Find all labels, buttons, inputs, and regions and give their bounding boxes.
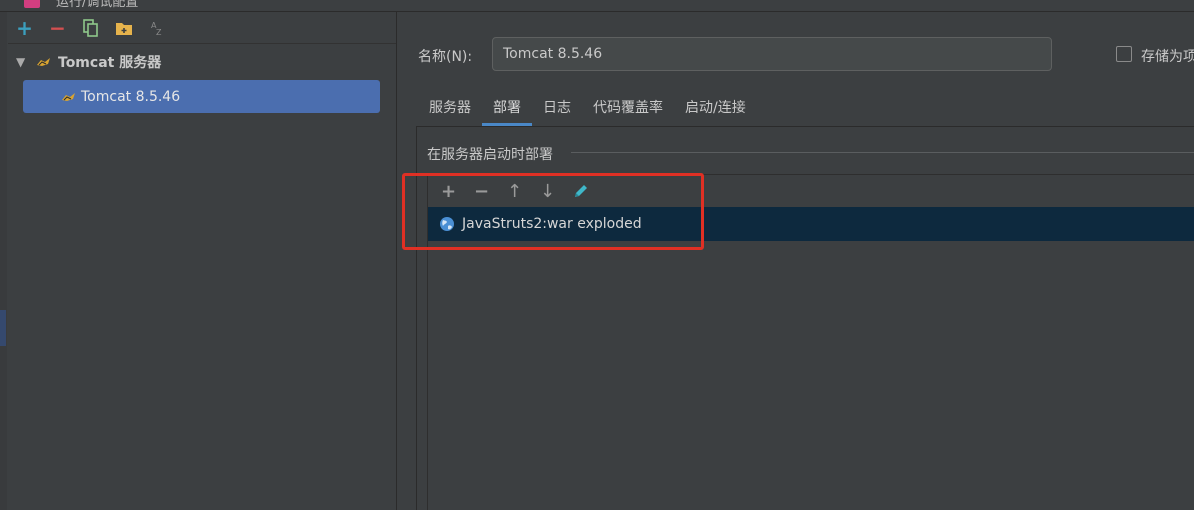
- tree-group-label: Tomcat 服务器: [58, 55, 162, 71]
- store-as-project-checkbox[interactable]: [1116, 46, 1132, 62]
- tree-item-tomcat-8546[interactable]: Tomcat 8.5.46: [23, 80, 380, 113]
- artifact-label: JavaStruts2:war exploded: [462, 216, 642, 232]
- tab-bar: 服务器 部署 日志 代码覆盖率 启动/连接: [418, 96, 757, 126]
- name-label: 名称(N):: [418, 49, 473, 65]
- tree-toolbar: + − A Z: [8, 18, 173, 38]
- tomcat-icon: [37, 58, 50, 66]
- tree-group-tomcat[interactable]: ▼ Tomcat 服务器: [16, 52, 161, 72]
- folder-add-icon: [115, 23, 132, 35]
- tree-item-label: Tomcat 8.5.46: [81, 88, 181, 105]
- tab-logs[interactable]: 日志: [532, 96, 582, 126]
- left-edge: [0, 12, 7, 510]
- tab-deployment[interactable]: 部署: [482, 96, 532, 126]
- add-artifact-button[interactable]: +: [432, 180, 465, 202]
- new-folder-button[interactable]: [107, 18, 140, 38]
- move-up-button[interactable]: ↑: [498, 180, 531, 202]
- window-title: 运行/调试配置: [56, 0, 139, 10]
- tab-startup-connection[interactable]: 启动/连接: [674, 96, 757, 126]
- app-icon: [24, 0, 40, 8]
- sort-button[interactable]: A Z: [140, 18, 173, 38]
- name-field[interactable]: Tomcat 8.5.46: [492, 37, 1052, 71]
- section-divider: [571, 152, 1194, 153]
- chevron-down-icon[interactable]: ▼: [16, 55, 30, 69]
- artifact-row[interactable]: JavaStruts2:war exploded: [428, 207, 1194, 241]
- copy-config-button[interactable]: [74, 18, 107, 38]
- tab-code-coverage[interactable]: 代码覆盖率: [582, 96, 674, 126]
- add-config-button[interactable]: +: [8, 18, 41, 38]
- tab-server[interactable]: 服务器: [418, 96, 482, 126]
- remove-artifact-button[interactable]: −: [465, 180, 498, 202]
- svg-text:Z: Z: [156, 28, 162, 36]
- tomcat-icon: [62, 93, 75, 101]
- store-as-project-label: 存储为项: [1141, 49, 1194, 65]
- left-edge-highlight: [0, 310, 6, 346]
- remove-config-button[interactable]: −: [41, 18, 74, 38]
- edit-artifact-button[interactable]: [564, 180, 597, 202]
- move-down-button[interactable]: ↓: [531, 180, 564, 202]
- copy-icon: [82, 19, 98, 37]
- pencil-icon: [574, 185, 587, 197]
- globe-icon: [440, 217, 454, 231]
- section-title: 在服务器启动时部署: [427, 147, 553, 163]
- title-bar: 运行/调试配置: [0, 0, 1194, 12]
- sort-az-icon: A Z: [151, 21, 162, 36]
- toolbar-divider: [8, 43, 396, 44]
- deployment-toolbar: + − ↑ ↓: [432, 180, 597, 202]
